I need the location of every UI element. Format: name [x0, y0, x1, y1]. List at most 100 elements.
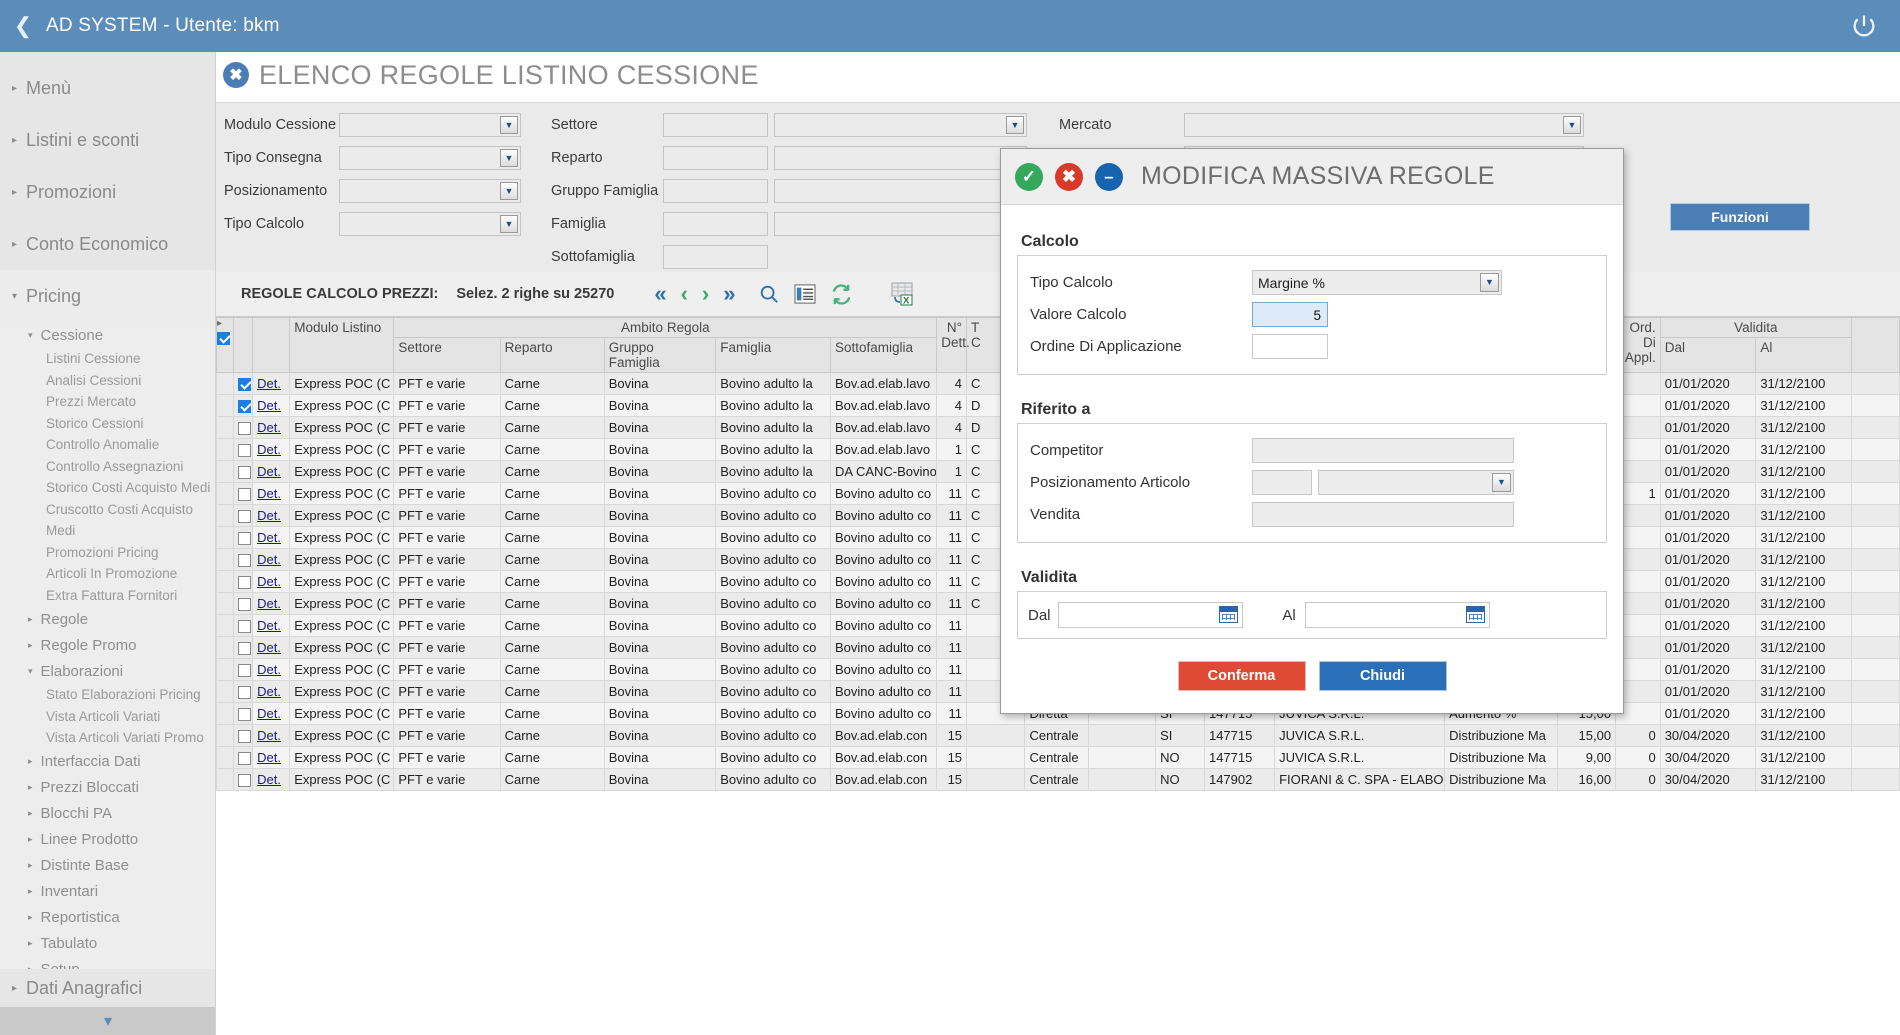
row-select-checkbox-cell[interactable] [232, 548, 254, 571]
header-n-dett[interactable]: N° Dett. [936, 317, 970, 373]
posizionamento-articolo-code-input[interactable] [1252, 469, 1312, 495]
export-excel-icon[interactable]: X [889, 282, 915, 306]
row-detail-cell[interactable]: Det. [252, 724, 291, 747]
row-select-checkbox[interactable] [237, 532, 251, 546]
check-circle-icon[interactable]: ✓ [1015, 162, 1043, 191]
sidebar-item-vista-articoli-variati[interactable]: Vista Articoli Variati [0, 706, 215, 728]
sidebar-item-promozioni[interactable]: ▸ Promozioni [0, 166, 215, 218]
row-select-checkbox-cell[interactable] [232, 526, 254, 549]
sidebar-item-pricing[interactable]: ▾ Pricing [0, 270, 215, 322]
row-select-checkbox[interactable] [237, 620, 251, 634]
filter-gruppo-famiglia-select[interactable]: ▼ [774, 179, 1027, 203]
sidebar-item-elaborazioni[interactable]: ▾ Elaborazioni [0, 658, 215, 684]
calendar-icon[interactable] [1219, 606, 1238, 626]
row-select-checkbox[interactable] [237, 774, 251, 788]
al-date-input[interactable] [1305, 602, 1490, 628]
row-select-checkbox-cell[interactable] [232, 680, 254, 703]
sidebar-item-conto-economico[interactable]: ▸ Conto Economico [0, 218, 215, 270]
row-detail-cell[interactable]: Det. [252, 548, 291, 571]
sidebar-scroll-down-button[interactable]: ▾ [0, 1007, 215, 1035]
row-detail-cell[interactable]: Det. [252, 482, 291, 505]
conferma-button[interactable]: Conferma [1177, 661, 1306, 691]
row-select-checkbox[interactable] [237, 576, 251, 590]
sidebar-item-promozioni-pricing[interactable]: Promozioni Pricing [0, 542, 215, 564]
detail-link[interactable]: Det. [257, 706, 281, 721]
sidebar-item-analisi-cessioni[interactable]: Analisi Cessioni [0, 370, 215, 392]
detail-link[interactable]: Det. [257, 772, 281, 787]
row-select-checkbox[interactable] [237, 752, 251, 766]
row-detail-cell[interactable]: Det. [252, 768, 291, 791]
detail-link[interactable]: Det. [257, 574, 281, 589]
sidebar-item-interfaccia-dati[interactable]: ▸ Interfaccia Dati [0, 749, 215, 775]
detail-link[interactable]: Det. [257, 376, 281, 391]
row-select-checkbox-cell[interactable] [232, 570, 254, 593]
row-select-checkbox[interactable] [237, 642, 251, 656]
select-all-checkbox[interactable] [217, 331, 230, 345]
table-row[interactable]: Det. Express POC (C PFT e varie Carne Bovina… [216, 746, 1900, 769]
filter-reparto-code-input[interactable] [663, 146, 768, 170]
row-select-checkbox-cell[interactable] [232, 592, 254, 615]
sidebar-item-cruscotto-costi-acquisto-medi[interactable]: Cruscotto Costi Acquisto Medi [0, 499, 215, 542]
row-detail-cell[interactable]: Det. [252, 614, 291, 637]
header-settore[interactable]: Settore [393, 337, 501, 373]
sidebar-item-cessione[interactable]: ▾ Cessione [0, 322, 215, 348]
detail-link[interactable]: Det. [257, 420, 281, 435]
row-select-checkbox-cell[interactable] [232, 372, 254, 395]
row-select-checkbox-cell[interactable] [232, 768, 254, 791]
detail-link[interactable]: Det. [257, 750, 281, 765]
sidebar-item-listini-e-sconti[interactable]: ▸ Listini e sconti [0, 114, 215, 166]
table-row[interactable]: Det. Express POC (C PFT e varie Carne Bovina… [216, 724, 1900, 747]
chiudi-button[interactable]: Chiudi [1318, 661, 1447, 691]
row-detail-cell[interactable]: Det. [252, 702, 291, 725]
header-modulo-listino[interactable]: Modulo Listino [289, 317, 395, 373]
detail-link[interactable]: Det. [257, 442, 281, 457]
detail-link[interactable]: Det. [257, 728, 281, 743]
row-detail-cell[interactable]: Det. [252, 636, 291, 659]
sidebar-item-articoli-in-promozione[interactable]: Articoli In Promozione [0, 563, 215, 585]
filter-settore-code-input[interactable] [663, 113, 768, 137]
search-icon[interactable] [758, 283, 780, 305]
row-detail-cell[interactable]: Det. [252, 372, 291, 395]
calendar-icon[interactable] [1466, 606, 1485, 626]
row-select-checkbox[interactable] [237, 400, 251, 414]
sidebar-item-listini-cessione[interactable]: Listini Cessione [0, 348, 215, 370]
row-detail-cell[interactable]: Det. [252, 570, 291, 593]
ordine-applicazione-input[interactable] [1252, 333, 1328, 359]
row-detail-cell[interactable]: Det. [252, 504, 291, 527]
dal-date-input[interactable] [1058, 602, 1243, 628]
competitor-input[interactable] [1252, 437, 1514, 463]
header-famiglia[interactable]: Famiglia [715, 337, 831, 373]
header-reparto[interactable]: Reparto [499, 337, 605, 373]
row-select-checkbox-cell[interactable] [232, 746, 254, 769]
table-row[interactable]: Det. Express POC (C PFT e varie Carne Bovina… [216, 768, 1900, 791]
sidebar-item-tabulato[interactable]: ▸ Tabulato [0, 931, 215, 957]
row-select-checkbox-cell[interactable] [232, 636, 254, 659]
row-detail-cell[interactable]: Det. [252, 460, 291, 483]
detail-link[interactable]: Det. [257, 618, 281, 633]
sidebar-item-storico-costi-acquisto-medi[interactable]: Storico Costi Acquisto Medi [0, 477, 215, 499]
row-select-checkbox-cell[interactable] [232, 460, 254, 483]
detail-link[interactable]: Det. [257, 552, 281, 567]
row-detail-cell[interactable]: Det. [252, 592, 291, 615]
row-select-checkbox-cell[interactable] [232, 504, 254, 527]
detail-link[interactable]: Det. [257, 640, 281, 655]
close-circle-icon[interactable]: ✖ [1055, 162, 1083, 191]
row-select-checkbox-cell[interactable] [232, 658, 254, 681]
funzioni-button[interactable]: Funzioni [1670, 203, 1810, 231]
row-select-checkbox[interactable] [237, 422, 251, 436]
vendita-input[interactable] [1252, 501, 1514, 527]
sidebar-item-linee-prodotto[interactable]: ▸ Linee Prodotto [0, 827, 215, 853]
row-select-checkbox[interactable] [237, 378, 251, 392]
sidebar-item-vista-articoli-variati-promo[interactable]: Vista Articoli Variati Promo [0, 727, 215, 749]
grid-view-icon[interactable] [794, 284, 816, 304]
row-select-checkbox-cell[interactable] [232, 482, 254, 505]
minimize-circle-icon[interactable]: – [1095, 162, 1123, 191]
row-detail-cell[interactable]: Det. [252, 526, 291, 549]
sidebar-item-blocchi-pa[interactable]: ▸ Blocchi PA [0, 801, 215, 827]
row-select-checkbox[interactable] [237, 510, 251, 524]
sidebar-item-reportistica[interactable]: ▸ Reportistica [0, 905, 215, 931]
sidebar-item-prezzi-mercato[interactable]: Prezzi Mercato [0, 391, 215, 413]
sidebar-item-storico-cessioni[interactable]: Storico Cessioni [0, 413, 215, 435]
row-select-checkbox-cell[interactable] [232, 438, 254, 461]
refresh-icon[interactable] [830, 283, 853, 306]
